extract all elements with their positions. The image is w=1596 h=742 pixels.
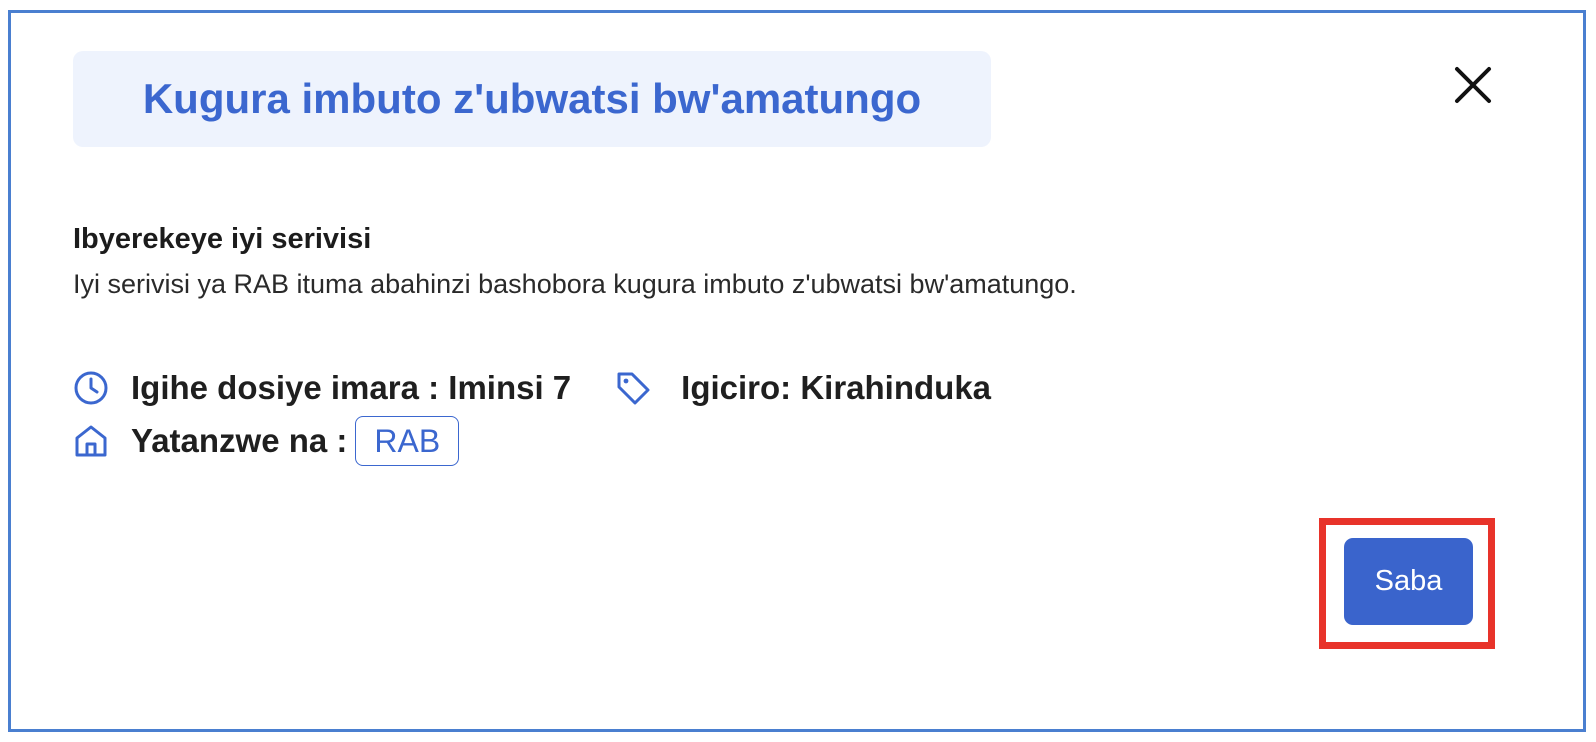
- tag-icon: [615, 370, 651, 406]
- service-modal: Kugura imbuto z'ubwatsi bw'amatungo Ibye…: [8, 10, 1586, 732]
- about-description: Iyi serivisi ya RAB ituma abahinzi basho…: [73, 269, 1077, 299]
- provider-label: Yatanzwe na :: [131, 422, 348, 459]
- meta-row-time-price: Igihe dosiye imara : Iminsi 7 Igiciro: K…: [73, 365, 991, 411]
- about-heading: Ibyerekeye iyi serivisi: [73, 223, 372, 255]
- close-icon: [1455, 67, 1491, 103]
- meta-row-provider: Yatanzwe na : RAB: [73, 415, 460, 467]
- home-icon: [73, 423, 109, 459]
- processing-time: Igihe dosiye imara : Iminsi 7: [131, 369, 572, 406]
- request-button[interactable]: Saba: [1344, 538, 1473, 625]
- close-button[interactable]: [1451, 63, 1495, 107]
- clock-icon: [73, 370, 109, 406]
- modal-title: Kugura imbuto z'ubwatsi bw'amatungo: [142, 75, 922, 122]
- provider-badge: RAB: [355, 416, 460, 466]
- modal-title-banner: Kugura imbuto z'ubwatsi bw'amatungo: [73, 51, 991, 147]
- price: Igiciro: Kirahinduka: [681, 369, 992, 406]
